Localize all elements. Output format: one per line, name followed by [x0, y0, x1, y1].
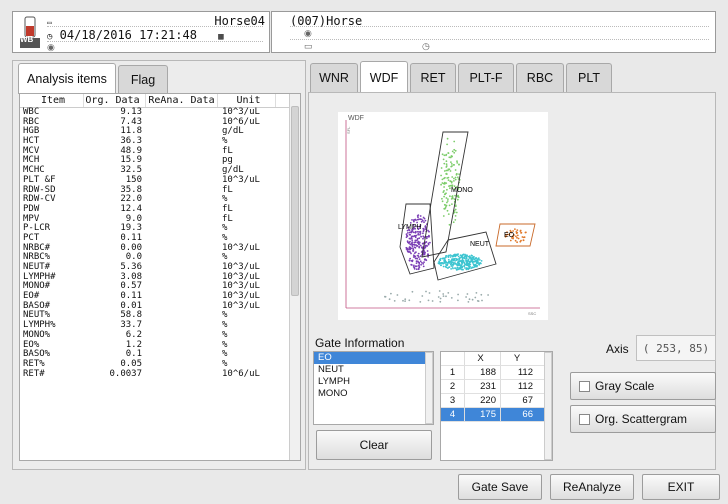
table-body: WBC 9.13 10^3/uL RBC 7.43 10^6/uL HGB 11.8 g/dL H… [20, 107, 300, 380]
x-axis-label: SSC [528, 311, 536, 316]
table-row[interactable]: PDW 12.4 fL [20, 204, 300, 215]
blood-tube-icon [20, 16, 40, 48]
patient-header: (007)Horse ◉ ▭ ◷ [271, 11, 716, 53]
gate-point-row[interactable]: 4 175 66 [441, 408, 552, 422]
sample-datetime: 04/18/2016 17:21:48 [59, 28, 197, 42]
gate-save-button[interactable]: Gate Save [458, 474, 542, 500]
gate-label-lymph: LYMPH [398, 224, 422, 231]
table-scrollbar[interactable] [289, 94, 300, 460]
clear-button[interactable]: Clear [316, 430, 432, 460]
table-row[interactable]: MCH 15.9 pg [20, 156, 300, 166]
checkbox-box[interactable] [579, 380, 590, 392]
col-reana-data[interactable]: ReAna. Data [146, 94, 218, 107]
pin-icon: ◉ [304, 28, 312, 38]
table-row[interactable]: NEUT% 58.8% [20, 311, 300, 321]
gate-points-table: X Y 1 188 112 2 231 112 3 220 67 4 175 66 [440, 351, 553, 461]
table-row[interactable]: NRBC# 0.00 10^3/uL [20, 243, 300, 254]
tab-plt[interactable]: PLT [566, 63, 612, 92]
table-row[interactable]: P-LCR 19.3% [20, 224, 300, 234]
gate-points-scrollbar[interactable] [544, 352, 552, 460]
table-row[interactable]: RET# 0.0037 10^6/uL [20, 369, 300, 380]
table-row[interactable]: RDW-CV 22.0% [20, 194, 300, 205]
gate-list-scrollbar[interactable] [425, 352, 433, 424]
table-row[interactable]: RBC 7.43 10^6/uL [20, 117, 300, 128]
pin-icon: ◉ [47, 42, 55, 52]
checkbox-box[interactable] [579, 413, 590, 425]
gate-item-mono[interactable]: MONO [314, 388, 433, 400]
table-row[interactable]: MCV 48.9 fL [20, 146, 300, 157]
analysis-table: Item Org. Data ReAna. Data Unit WBC 9.13 1… [19, 93, 301, 461]
axis-label: Axis [606, 342, 629, 356]
scroll-thumb[interactable] [291, 106, 299, 296]
axis-value: ( 253, 85) [636, 335, 716, 361]
table-row[interactable]: MONO% 6.2% [20, 330, 300, 341]
gate-list[interactable]: EO NEUT LYMPH MONO [313, 351, 434, 425]
table-row[interactable]: BASO% 0.1% [20, 349, 300, 360]
gate-point-row[interactable]: 2 231 112 [441, 380, 552, 394]
gate-label-neut: NEUT [470, 241, 490, 248]
table-row[interactable]: MPV 9.0 fL [20, 214, 300, 225]
left-panel: Analysis items Flag Item Org. Data ReAna… [12, 60, 306, 470]
gate-info-title: Gate Information [315, 336, 405, 350]
db-icon: ▭ [304, 41, 313, 51]
table-header: Item Org. Data ReAna. Data Unit [20, 94, 300, 108]
tab-rbc[interactable]: RBC [516, 63, 564, 92]
tab-analysis-items[interactable]: Analysis items [18, 63, 116, 94]
wdf-scattergram: WDF SFL SSC MONO LYMPH NEUT EO [338, 112, 548, 320]
sample-header: WB ▭ Horse04 ◷ 04/18/2016 17:21:48 ▦ ◉ [12, 11, 270, 53]
gate-item-lymph[interactable]: LYMPH [314, 376, 433, 388]
table-row[interactable]: HGB 11.8 g/dL [20, 127, 300, 137]
gate-point-row[interactable]: 1 188 112 [441, 366, 552, 380]
tab-wdf[interactable]: WDF [360, 61, 408, 93]
gray-scale-checkbox[interactable]: Gray Scale [570, 372, 716, 400]
table-row[interactable]: PLT &F 150 10^3/uL [20, 175, 300, 186]
tab-plt-f[interactable]: PLT-F [458, 63, 514, 92]
gate-label-mono: MONO [451, 187, 473, 194]
gate-label-eo: EO [504, 232, 515, 239]
table-row[interactable]: EO% 1.2% [20, 340, 300, 351]
table-row[interactable]: HCT 36.3% [20, 136, 300, 147]
wb-badge: WB [20, 35, 34, 44]
clock-icon: ◷ [422, 41, 430, 51]
col-item[interactable]: Item [20, 94, 84, 107]
exit-button[interactable]: EXIT [642, 474, 720, 500]
table-row[interactable]: RDW-SD 35.8 fL [20, 185, 300, 196]
gate-item-neut[interactable]: NEUT [314, 364, 433, 376]
table-row[interactable]: BASO# 0.01 10^3/uL [20, 301, 300, 312]
tab-ret[interactable]: RET [410, 63, 456, 92]
scatter-plot: WDF SFL SSC MONO LYMPH NEUT EO [345, 115, 540, 316]
tab-wnr[interactable]: WNR [310, 63, 358, 92]
org-scattergram-checkbox[interactable]: Org. Scattergram [570, 405, 716, 433]
gate-points-header: X Y [441, 352, 552, 366]
table-row[interactable]: LYMPH% 33.7% [20, 320, 300, 331]
y-axis-label: SFL [346, 126, 351, 134]
gate-point-row[interactable]: 3 220 67 [441, 394, 552, 408]
tab-flag[interactable]: Flag [118, 65, 168, 93]
plot-title: WDF [348, 115, 364, 122]
gate-item-eo[interactable]: EO [314, 352, 433, 364]
col-org-data[interactable]: Org. Data [84, 94, 146, 107]
gate-eo[interactable] [495, 223, 536, 247]
col-unit[interactable]: Unit [218, 94, 276, 107]
reanalyze-button[interactable]: ReAnalyze [550, 474, 634, 500]
